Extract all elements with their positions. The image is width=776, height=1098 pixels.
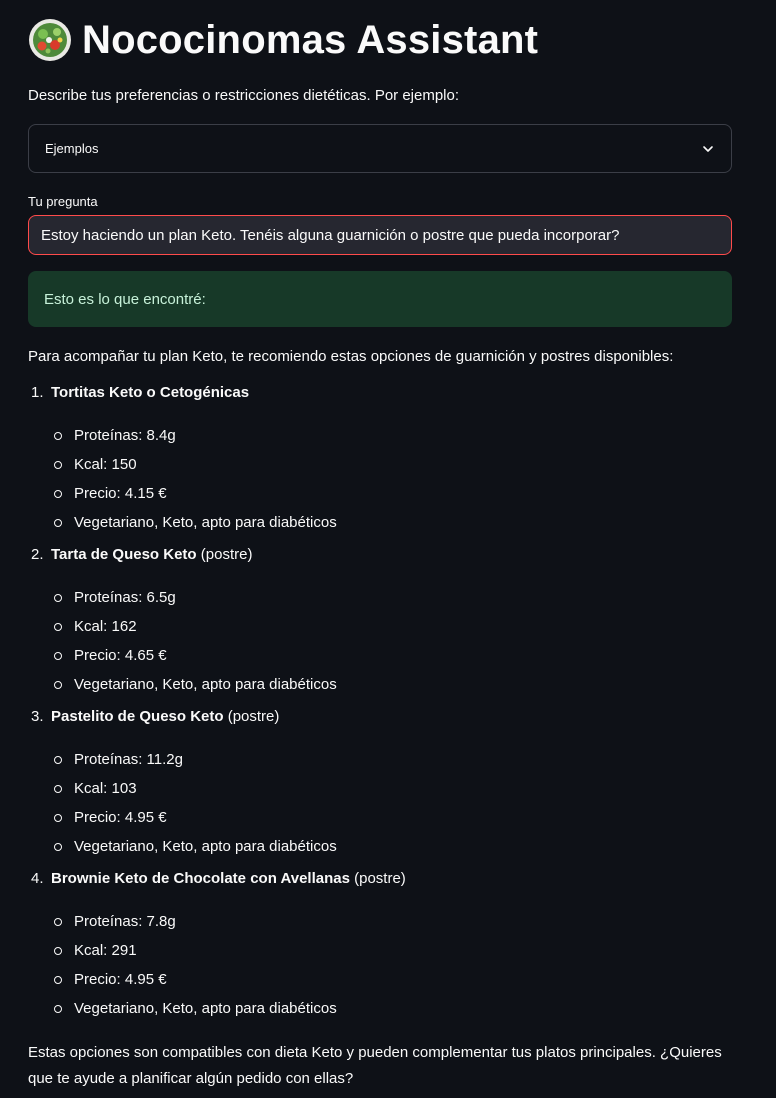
detail-tags: Vegetariano, Keto, apto para diabéticos	[54, 508, 748, 537]
detail-kcal: Kcal: 150	[54, 450, 748, 479]
detail-tags: Vegetariano, Keto, apto para diabéticos	[54, 994, 748, 1023]
question-label: Tu pregunta	[28, 194, 98, 209]
instructions-text: Describe tus preferencias o restriccione…	[28, 87, 460, 104]
detail-tags: Vegetariano, Keto, apto para diabéticos	[54, 832, 748, 861]
response-outro: Estas opciones son compatibles con dieta…	[28, 1044, 722, 1087]
list-item: 1. Tortitas Keto o Cetogénicas Proteínas…	[28, 384, 748, 537]
salad-bowl-icon	[29, 19, 71, 61]
item-details: Proteínas: 11.2g Kcal: 103 Precio: 4.95 …	[51, 745, 748, 861]
item-details: Proteínas: 7.8g Kcal: 291 Precio: 4.95 €…	[51, 907, 748, 1023]
examples-select[interactable]: Ejemplos	[28, 124, 732, 173]
detail-price: Precio: 4.65 €	[54, 641, 748, 670]
detail-price: Precio: 4.15 €	[54, 479, 748, 508]
title-row: Nococinomas Assistant	[28, 0, 748, 78]
success-alert: Esto es lo que encontré:	[28, 271, 732, 327]
detail-kcal: Kcal: 291	[54, 936, 748, 965]
detail-protein: Proteínas: 11.2g	[54, 745, 748, 774]
item-name: Tortitas Keto o Cetogénicas	[51, 384, 250, 401]
detail-protein: Proteínas: 6.5g	[54, 583, 748, 612]
item-number: 3.	[31, 708, 44, 725]
detail-protein: Proteínas: 7.8g	[54, 907, 748, 936]
detail-tags: Vegetariano, Keto, apto para diabéticos	[54, 670, 748, 699]
detail-protein: Proteínas: 8.4g	[54, 421, 748, 450]
app-main: Nococinomas Assistant Describe tus prefe…	[0, 0, 776, 1098]
examples-select-value: Ejemplos	[45, 141, 99, 156]
page-title: Nococinomas Assistant	[82, 17, 539, 62]
item-name: Brownie Keto de Chocolate con Avellanas	[51, 870, 350, 887]
response-intro: Para acompañar tu plan Keto, te recomien…	[28, 348, 674, 365]
detail-kcal: Kcal: 162	[54, 612, 748, 641]
item-number: 2.	[31, 546, 44, 563]
list-item: 3. Pastelito de Queso Keto (postre) Prot…	[28, 708, 748, 861]
item-details: Proteínas: 8.4g Kcal: 150 Precio: 4.15 €…	[51, 421, 748, 537]
success-message: Esto es lo que encontré:	[44, 290, 206, 308]
item-number: 1.	[31, 384, 44, 401]
list-item: 4. Brownie Keto de Chocolate con Avellan…	[28, 870, 748, 1023]
item-number: 4.	[31, 870, 44, 887]
chevron-down-icon	[703, 145, 713, 152]
item-name: Pastelito de Queso Keto	[51, 708, 224, 725]
question-input[interactable]	[28, 215, 732, 255]
item-suffix: (postre)	[223, 708, 280, 725]
item-details: Proteínas: 6.5g Kcal: 162 Precio: 4.65 €…	[51, 583, 748, 699]
detail-kcal: Kcal: 103	[54, 774, 748, 803]
detail-price: Precio: 4.95 €	[54, 803, 748, 832]
item-suffix: (postre)	[349, 870, 406, 887]
detail-price: Precio: 4.95 €	[54, 965, 748, 994]
list-item: 2. Tarta de Queso Keto (postre) Proteína…	[28, 546, 748, 699]
item-suffix: (postre)	[196, 546, 253, 563]
item-name: Tarta de Queso Keto	[51, 546, 197, 563]
recommendation-list: 1. Tortitas Keto o Cetogénicas Proteínas…	[28, 384, 748, 1023]
